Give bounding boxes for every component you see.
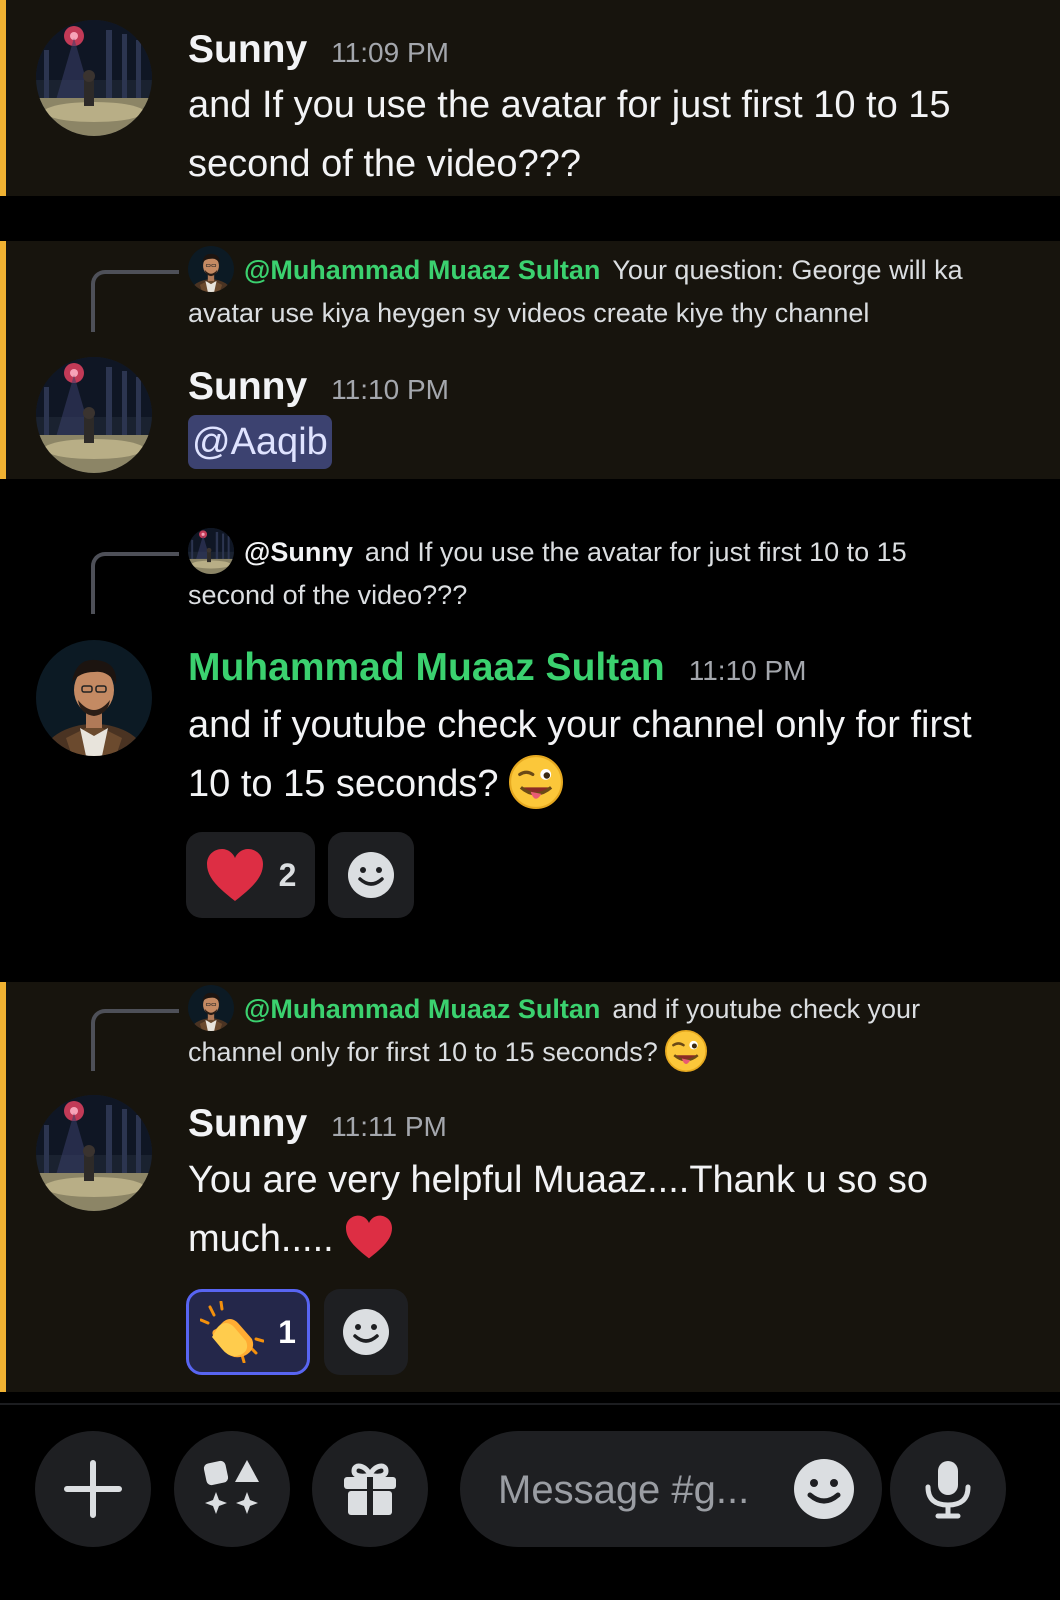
reaction-heart[interactable]: 2	[186, 832, 315, 918]
gift-icon	[344, 1463, 396, 1515]
reply-author[interactable]: @Muhammad Muaaz Sultan	[244, 255, 600, 285]
reply-connector	[91, 1009, 179, 1071]
reaction-count: 2	[278, 856, 297, 893]
plus-icon	[64, 1460, 122, 1518]
timestamp: 11:10 PM	[688, 655, 807, 686]
reply-avatar	[188, 984, 234, 1031]
message-text: You are very helpful Muaaz....Thank u so…	[188, 1159, 929, 1260]
message-1[interactable]: Sunny 11:09 PM and If you use the avatar…	[0, 0, 1060, 196]
reply-preview[interactable]: @Muhammad Muaaz Sultan and if youtube che…	[188, 984, 988, 1074]
avatar[interactable]	[36, 357, 152, 473]
reply-preview[interactable]: @Sunny and If you use the avatar for just…	[188, 527, 988, 617]
gift-button[interactable]	[312, 1431, 428, 1547]
add-reaction-icon	[343, 1309, 389, 1355]
timestamp: 11:09 PM	[331, 37, 449, 68]
message-input-box[interactable]	[460, 1431, 882, 1547]
emoji-icon[interactable]	[792, 1457, 856, 1521]
avatar[interactable]	[36, 1095, 152, 1211]
attach-button[interactable]	[35, 1431, 151, 1547]
user-mention[interactable]: @Aaqib	[188, 415, 332, 469]
author-name[interactable]: Sunny	[188, 28, 307, 72]
author-name[interactable]: Muhammad Muaaz Sultan	[188, 646, 665, 690]
timestamp: 11:10 PM	[331, 374, 449, 405]
clapping-hands-emoji	[200, 1301, 265, 1363]
heart-emoji	[206, 849, 263, 901]
message-text: @Aaqib	[188, 413, 1023, 472]
add-reaction-button[interactable]	[328, 832, 414, 918]
reply-author[interactable]: @Muhammad Muaaz Sultan	[244, 994, 600, 1024]
heart-emoji	[346, 1215, 393, 1259]
message-input[interactable]	[496, 1459, 770, 1521]
message-4[interactable]: @Muhammad Muaaz Sultan and if youtube che…	[0, 982, 1060, 1392]
timestamp: 11:11 PM	[331, 1111, 447, 1142]
apps-icon	[203, 1460, 259, 1514]
reply-connector	[91, 552, 179, 614]
voice-message-button[interactable]	[890, 1431, 1006, 1547]
reaction-clap[interactable]: 1	[186, 1289, 310, 1375]
reply-avatar	[188, 527, 234, 574]
add-reaction-icon	[348, 852, 394, 898]
reply-connector	[91, 270, 179, 332]
message-3[interactable]: @Sunny and If you use the avatar for just…	[0, 525, 1060, 945]
author-name[interactable]: Sunny	[188, 1102, 307, 1146]
reply-avatar	[188, 245, 234, 292]
add-reaction-button[interactable]	[324, 1289, 408, 1375]
reply-preview[interactable]: @Muhammad Muaaz Sultan Your question: Geo…	[188, 245, 988, 335]
author-name[interactable]: Sunny	[188, 365, 307, 409]
microphone-icon	[925, 1461, 971, 1519]
apps-button[interactable]	[174, 1431, 290, 1547]
winking-face-tongue-emoji	[508, 754, 564, 810]
avatar[interactable]	[36, 640, 152, 756]
winking-face-tongue-emoji	[664, 1029, 708, 1073]
message-text: and If you use the avatar for just first…	[188, 84, 951, 185]
avatar[interactable]	[36, 20, 152, 136]
reaction-count: 1	[278, 1313, 296, 1350]
message-text: and if youtube check your channel only f…	[188, 696, 1023, 814]
message-2[interactable]: @Muhammad Muaaz Sultan Your question: Geo…	[0, 241, 1060, 479]
reply-author[interactable]: @Sunny	[244, 537, 353, 567]
